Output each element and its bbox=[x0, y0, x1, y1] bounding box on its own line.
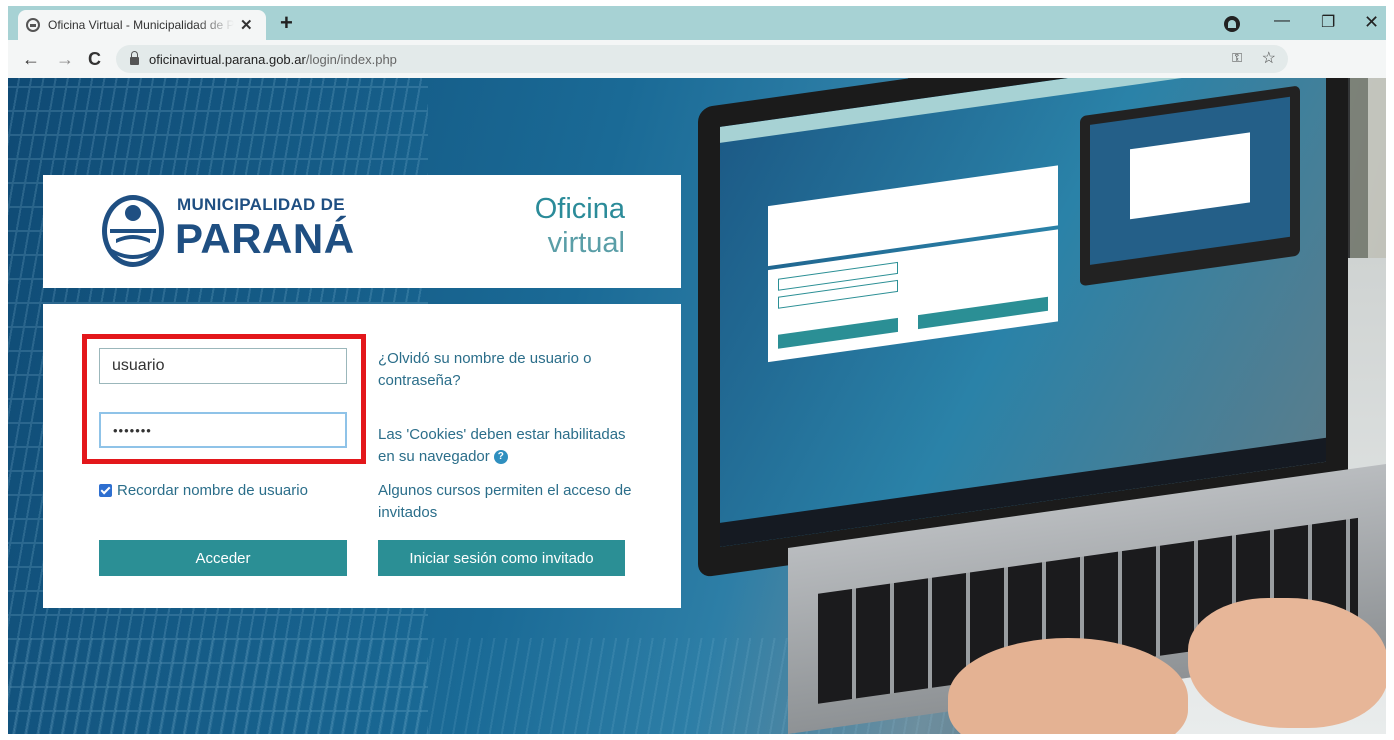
url-path: /login/index.php bbox=[305, 51, 397, 67]
browser-tab[interactable]: Oficina Virtual - Municipalidad de Paran… bbox=[18, 10, 266, 40]
tab-close-button[interactable]: ✕ bbox=[240, 16, 253, 34]
lock-icon[interactable] bbox=[130, 50, 139, 65]
site-title-oficina: Oficina bbox=[534, 193, 625, 225]
remember-username-checkbox[interactable]: Recordar nombre de usuario bbox=[99, 482, 308, 499]
reload-button[interactable]: C bbox=[88, 49, 101, 70]
tab-title: Oficina Virtual - Municipalidad de Paran… bbox=[48, 18, 234, 32]
guest-login-button[interactable]: Iniciar sesión como invitado bbox=[378, 540, 625, 576]
laptop-display bbox=[720, 78, 1326, 547]
site-title-virtual: virtual bbox=[547, 227, 625, 259]
inner-laptop-illustration bbox=[1080, 85, 1300, 287]
guest-access-notice: Algunos cursos permiten el acceso de inv… bbox=[378, 482, 632, 521]
brand-header-card: MUNICIPALIDAD DE PARANÁ Oficina virtual bbox=[43, 175, 681, 288]
new-tab-button[interactable]: + bbox=[280, 10, 293, 36]
username-input[interactable] bbox=[99, 348, 347, 384]
close-window-button[interactable]: ✕ bbox=[1364, 12, 1379, 33]
cookies-notice: Las 'Cookies' deben estar habilitadas en… bbox=[378, 424, 638, 468]
mini-login-button bbox=[778, 317, 898, 349]
forward-button[interactable]: → bbox=[56, 49, 74, 70]
remember-username-label[interactable]: Recordar nombre de usuario bbox=[117, 482, 308, 499]
profile-icon[interactable] bbox=[1224, 16, 1240, 32]
site-favicon-icon bbox=[26, 18, 40, 32]
login-card: Recordar nombre de usuario Acceder ¿Olvi… bbox=[43, 304, 681, 608]
brand-subtitle: MUNICIPALIDAD DE bbox=[177, 195, 345, 214]
page-background: MUNICIPALIDAD DE PARANÁ Oficina virtual … bbox=[8, 78, 1386, 734]
checkbox-checked-icon[interactable] bbox=[99, 484, 112, 497]
minimize-button[interactable]: — bbox=[1274, 12, 1290, 30]
url-bar[interactable]: oficinavirtual.parana.gob.ar/login/index… bbox=[116, 45, 1288, 73]
address-toolbar: ← → C oficinavirtual.parana.gob.ar/login… bbox=[8, 40, 1386, 78]
inner-laptop-display bbox=[1090, 96, 1290, 265]
star-icon[interactable]: ☆ bbox=[1262, 48, 1276, 68]
inner-login-card bbox=[1130, 132, 1250, 220]
mini-guest-button bbox=[918, 296, 1048, 330]
municipality-seal-icon bbox=[102, 195, 164, 267]
url-host: oficinavirtual.parana.gob.ar bbox=[149, 51, 306, 67]
password-input[interactable] bbox=[99, 412, 347, 448]
forgot-credentials-link[interactable]: ¿Olvidó su nombre de usuario o contraseñ… bbox=[378, 348, 638, 392]
maximize-button[interactable]: ❐ bbox=[1321, 12, 1335, 32]
key-icon[interactable]: ⚿ bbox=[1232, 50, 1242, 66]
login-button[interactable]: Acceder bbox=[99, 540, 347, 576]
brand-title: PARANÁ bbox=[175, 215, 355, 262]
help-icon[interactable]: ? bbox=[493, 450, 508, 465]
right-hand bbox=[1188, 598, 1386, 728]
browser-tab-bar: Oficina Virtual - Municipalidad de Paran… bbox=[8, 6, 1386, 40]
back-button[interactable]: ← bbox=[22, 49, 40, 70]
